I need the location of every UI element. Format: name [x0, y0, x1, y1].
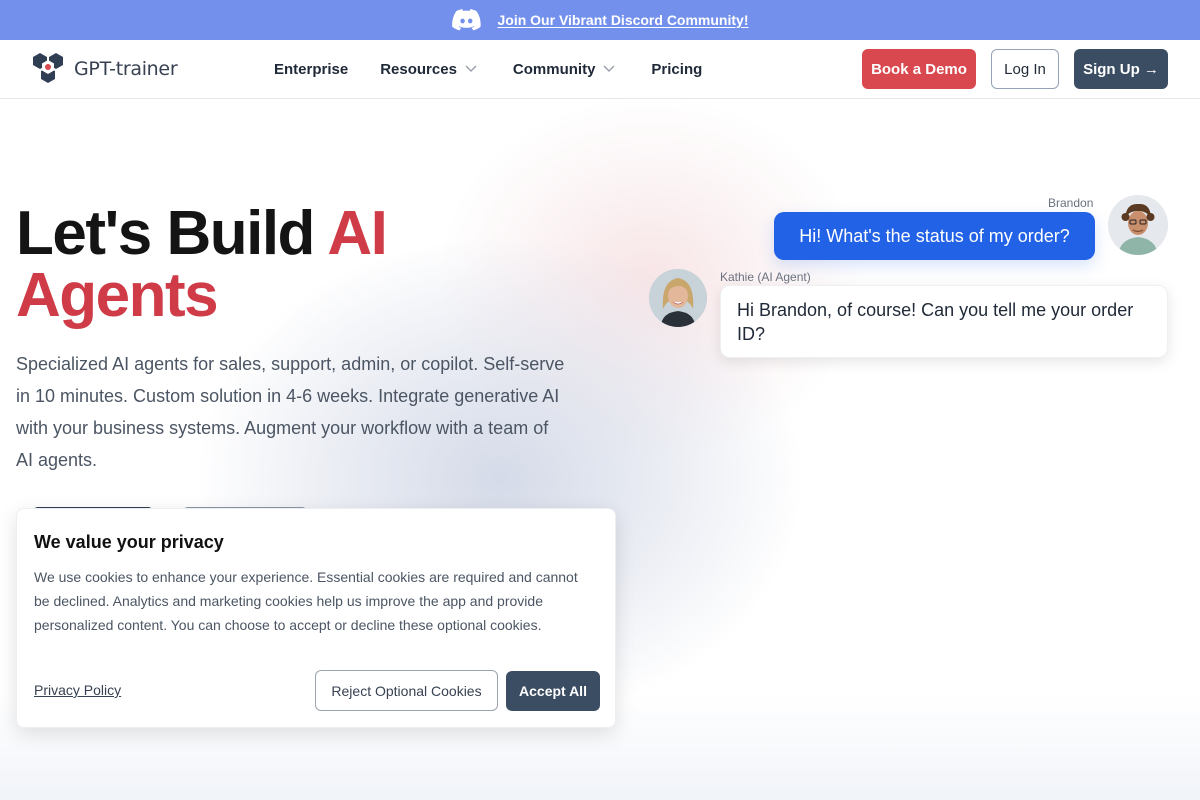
privacy-policy-link[interactable]: Privacy Policy: [34, 682, 121, 698]
person-avatar-icon: [649, 269, 707, 327]
chat-bubble-user: Hi! What's the status of my order?: [774, 212, 1095, 260]
nav-pricing[interactable]: Pricing: [651, 61, 702, 78]
login-button[interactable]: Log In: [991, 49, 1059, 89]
cookie-banner-body: We use cookies to enhance your experienc…: [34, 569, 578, 633]
nav-community-label: Community: [512, 60, 596, 78]
brandon-avatar: [1108, 195, 1168, 255]
headline-text: Let's Build: [16, 199, 328, 268]
nav-pricing-label: Pricing: [651, 60, 703, 78]
kathie-avatar: [649, 269, 707, 327]
nav-community[interactable]: Community: [513, 61, 616, 78]
announcement-bar: Join Our Vibrant Discord Community!: [0, 0, 1200, 40]
cookie-banner-title: We value your privacy: [34, 532, 224, 552]
book-demo-button[interactable]: Book a Demo: [862, 49, 976, 89]
reject-optional-cookies-button[interactable]: Reject Optional Cookies: [315, 670, 498, 711]
chevron-down-icon: [465, 65, 477, 73]
logo-text: GPT-trainer: [74, 58, 178, 80]
chat-message-agent: Hi Brandon, of course! Can you tell me y…: [737, 300, 1134, 344]
nav-enterprise[interactable]: Enterprise: [274, 61, 348, 78]
chat-bubble-agent: Hi Brandon, of course! Can you tell me y…: [720, 285, 1168, 358]
signup-button[interactable]: Sign Up →: [1074, 49, 1168, 89]
chat-sender-brandon: Brandon: [1048, 196, 1094, 210]
chevron-down-icon: [603, 65, 615, 73]
accept-all-cookies-button[interactable]: Accept All: [506, 671, 600, 711]
discord-community-link[interactable]: Join Our Vibrant Discord Community!: [498, 12, 749, 28]
logo[interactable]: GPT-trainer: [31, 52, 178, 86]
nav-resources[interactable]: Resources: [380, 61, 477, 78]
cookie-consent-banner: We value your privacy We use cookies to …: [16, 508, 616, 728]
main-nav: Enterprise Resources Community Pricing: [274, 40, 702, 98]
headline-accent-ai: AI: [327, 199, 388, 268]
logo-icon: [33, 53, 63, 83]
site-header: GPT-trainer Enterprise Resources Communi…: [0, 40, 1200, 99]
hero-subtext: Specialized AI agents for sales, support…: [16, 354, 565, 470]
headline-accent-agents: Agents: [16, 261, 219, 330]
hero-headline: Let's Build AI Agents: [16, 203, 388, 330]
chat-message-user: Hi! What's the status of my order?: [799, 226, 1070, 246]
chat-sender-kathie: Kathie (AI Agent): [720, 270, 811, 284]
discord-icon: [451, 9, 481, 31]
nav-resources-label: Resources: [380, 60, 457, 78]
nav-enterprise-label: Enterprise: [274, 60, 349, 78]
person-avatar-icon: [1108, 195, 1168, 255]
